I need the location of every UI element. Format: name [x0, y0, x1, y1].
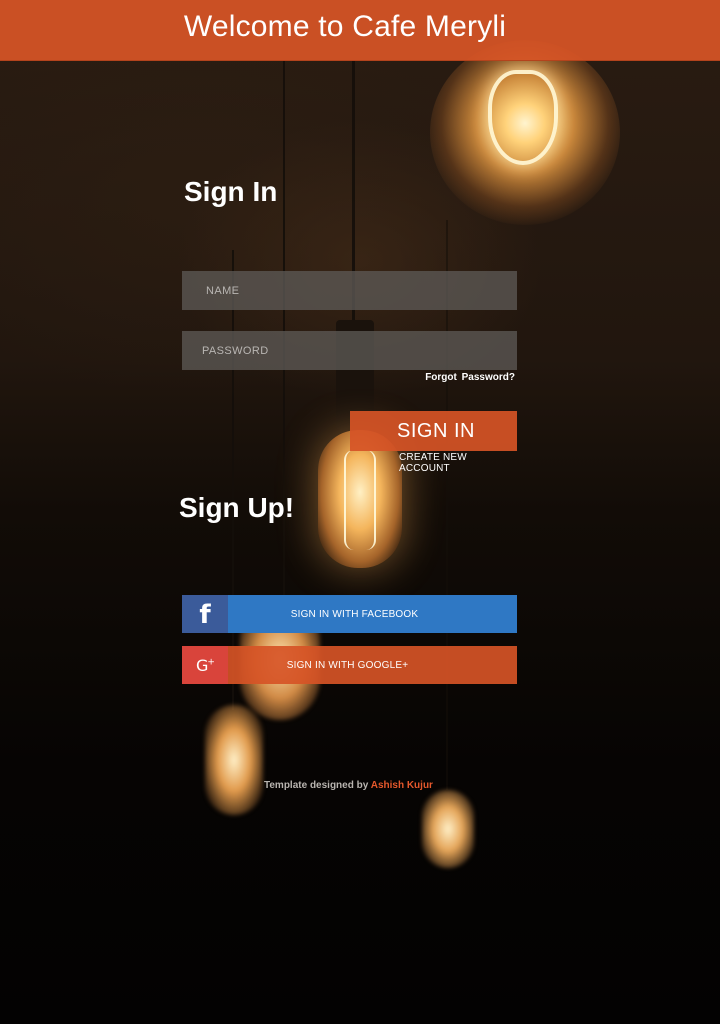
header-bar: Welcome to Cafe Meryli — [0, 0, 720, 61]
template-credit: Template designed by Ashish Kujur — [264, 780, 433, 791]
signup-heading: Sign Up! — [179, 492, 295, 523]
facebook-button-label: SIGN IN WITH FACEBOOK — [290, 608, 419, 620]
credit-author-link[interactable]: Ashish Kujur — [371, 780, 433, 791]
facebook-signin-button[interactable]: f SIGN IN WITH FACEBOOK — [182, 595, 517, 633]
name-input[interactable] — [182, 271, 517, 310]
page-title: Welcome to Cafe Meryli — [183, 10, 507, 43]
lamp-cord — [232, 250, 234, 710]
light-bulb — [422, 790, 474, 868]
forgot-password-link[interactable]: Forgot Password? — [410, 372, 515, 383]
google-plus-icon: G+ — [196, 655, 215, 675]
create-account-link[interactable]: CREATE NEW ACCOUNT — [399, 452, 519, 474]
signin-heading: Sign In — [184, 176, 278, 207]
lamp-cord — [352, 60, 355, 360]
facebook-icon: f — [199, 600, 211, 630]
google-signin-button[interactable]: G+ SIGN IN WITH GOOGLE+ — [182, 646, 517, 684]
bulb-filament — [488, 70, 558, 165]
google-icon-box: G+ — [182, 646, 228, 684]
light-bulb — [205, 705, 263, 815]
bulb-filament — [344, 450, 376, 550]
password-input[interactable] — [182, 331, 517, 370]
google-button-label: SIGN IN WITH GOOGLE+ — [286, 659, 409, 671]
credit-prefix: Template designed by — [264, 780, 369, 791]
signin-button[interactable]: SIGN IN — [350, 411, 517, 451]
background-photo — [0, 0, 720, 1024]
facebook-icon-box: f — [182, 595, 228, 633]
